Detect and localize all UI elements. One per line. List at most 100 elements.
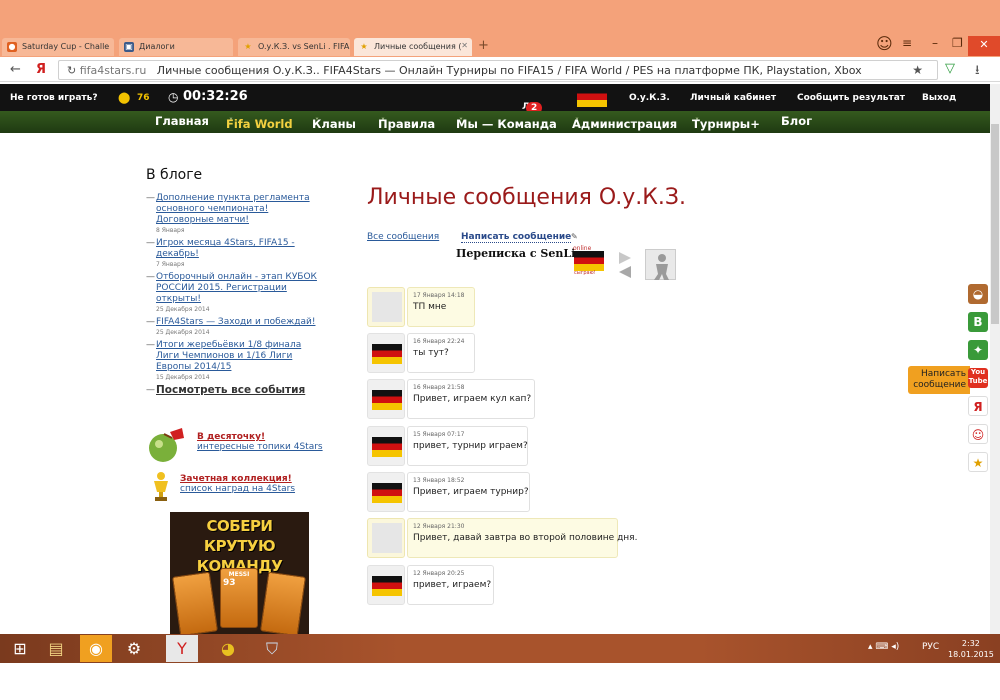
message-avatar[interactable] xyxy=(367,565,405,605)
message-avatar[interactable] xyxy=(367,426,405,466)
team-banner[interactable]: СОБЕРИ КРУТУЮ КОМАНДУ MESSI 93 xyxy=(170,512,309,634)
helmet-icon[interactable]: ◒ xyxy=(968,284,988,304)
blog-item-date: 7 Января xyxy=(156,261,185,268)
message-text: Привет, играем турнир? xyxy=(413,487,529,497)
message-avatar[interactable] xyxy=(367,518,405,558)
chrome-icon[interactable]: ◕ xyxy=(212,635,244,662)
all-events-link[interactable]: Посмотреть все события xyxy=(156,384,305,396)
message-bubble: 15 Января 07:17 привет, турнир играем? xyxy=(407,426,528,466)
window-icon: ▣ xyxy=(124,42,134,52)
tab-dialogs[interactable]: ▣ Диалоги xyxy=(119,38,233,56)
profile-avatar-icon[interactable]: ☺ xyxy=(876,34,893,53)
star-icon: ★ xyxy=(360,42,368,51)
close-window-icon[interactable]: ✕ xyxy=(968,36,1000,56)
tab-match[interactable]: ★ O.у.К.З. vs SenLi . FIFA xyxy=(238,38,350,56)
protect-shield-icon[interactable]: ▽ xyxy=(945,61,955,76)
flag-avatar xyxy=(372,483,402,503)
blog-item: Итоги жеребьёвки 1/8 финала Лиги Чемпион… xyxy=(146,340,326,382)
shield-app-icon[interactable]: ⛉ xyxy=(256,635,288,662)
windows-start-icon[interactable]: ⊞ xyxy=(4,635,36,662)
promo-sub-link[interactable]: список наград на 4Stars xyxy=(180,484,295,494)
close-tab-icon[interactable]: ✕ xyxy=(461,41,468,50)
back-arrow-icon[interactable]: ← xyxy=(10,62,21,77)
yandex-browser-icon[interactable]: Y xyxy=(166,635,198,662)
report-result-link[interactable]: Сообщить результат xyxy=(797,93,905,103)
write-message-float-button[interactable]: Написать сообщение xyxy=(908,366,970,394)
download-icon[interactable]: ⭳ xyxy=(975,61,980,83)
promo-title-link[interactable]: В десяточку! xyxy=(197,432,323,442)
blog-item-link[interactable]: Дополнение пункта регламента основного ч… xyxy=(156,193,310,225)
clock-icon: ◷ xyxy=(168,90,179,104)
apple-target-icon xyxy=(149,428,184,462)
message-text: Привет, играем кул кап? xyxy=(413,394,532,404)
pencil-icon: ✎ xyxy=(571,232,578,241)
chevron-down-icon: ˅ xyxy=(695,117,699,126)
banner-text: СОБЕРИ КРУТУЮ КОМАНДУ xyxy=(196,517,283,575)
tab-saturday-cup[interactable]: ● Saturday Cup - Challe xyxy=(2,38,114,56)
scrollbar-thumb[interactable] xyxy=(991,124,999,324)
message-avatar[interactable] xyxy=(367,287,405,327)
chevron-down-icon: ˅ xyxy=(315,117,319,126)
all-messages-link[interactable]: Все сообщения xyxy=(367,232,439,242)
minimize-icon[interactable]: – xyxy=(932,36,938,50)
message-date: 16 Января 22:24 xyxy=(413,338,465,345)
bookmark-star-icon[interactable]: ★ xyxy=(912,63,923,77)
message-avatar[interactable] xyxy=(367,379,405,419)
message-avatar[interactable] xyxy=(367,472,405,512)
yandex-icon[interactable]: Я xyxy=(36,62,46,77)
partner-flag-avatar[interactable] xyxy=(574,251,604,271)
reload-icon[interactable]: ↻ xyxy=(67,64,76,77)
chevron-down-icon: ˅ xyxy=(459,117,463,126)
file-explorer-icon[interactable]: ▤ xyxy=(40,635,72,662)
blog-item-link[interactable]: FIFA4Stars — Заходи и побеждай! xyxy=(156,317,315,327)
player-silhouette-icon xyxy=(372,523,402,553)
page-scrollbar[interactable] xyxy=(990,84,1000,634)
language-indicator[interactable]: РУС xyxy=(922,642,939,652)
player-silhouette-icon xyxy=(654,254,669,280)
promo-sub-link[interactable]: интересные топики 4Stars xyxy=(197,442,323,452)
flag-avatar xyxy=(372,576,402,596)
blog-item-link[interactable]: Итоги жеребьёвки 1/8 финала Лиги Чемпион… xyxy=(156,340,301,372)
steam-icon[interactable]: ⚙ xyxy=(118,635,150,662)
message-date: 13 Января 18:52 xyxy=(413,477,465,484)
nav-home[interactable]: Главная xyxy=(155,114,209,128)
twitter-icon[interactable]: ✦ xyxy=(968,340,988,360)
flag-avatar xyxy=(372,437,402,457)
vk-icon[interactable]: B xyxy=(968,312,988,332)
write-message-link[interactable]: Написать сообщение xyxy=(461,232,572,243)
url-field[interactable]: ↻ fifa4stars.ru Личные сообщения O.у.К.З… xyxy=(58,60,938,80)
blog-item-date: 8 Января xyxy=(156,227,185,234)
conversation-heading: Переписка с SenLi xyxy=(456,247,576,260)
tray-icons[interactable]: ▴ ⌨ ◂) xyxy=(868,642,899,652)
blog-item-link[interactable]: Отборочный онлайн - этап КУБОК РОССИИ 20… xyxy=(156,272,317,304)
message-bubble: 16 Января 21:58 Привет, играем кул кап? xyxy=(407,379,535,419)
blog-item-date: 25 Декабря 2014 xyxy=(156,329,210,336)
message-avatar[interactable] xyxy=(367,333,405,373)
user-avatar[interactable] xyxy=(645,249,676,280)
logout-link[interactable]: Выход xyxy=(922,93,956,103)
promo-title-link[interactable]: Зачетная коллекция! xyxy=(180,474,295,484)
nav-blog[interactable]: Блог xyxy=(781,114,812,128)
flag-avatar xyxy=(372,344,402,364)
taskbar-clock[interactable]: 2:32 18.01.2015 xyxy=(948,638,994,660)
new-tab-button[interactable]: + xyxy=(478,38,489,53)
not-ready-link[interactable]: Не готов играть? xyxy=(10,93,98,103)
star-share-icon[interactable]: ★ xyxy=(968,452,988,472)
site-top-bar: Не готов играть? ⬤ 76 ◷ 00:32:26 ЛС2 O.у… xyxy=(0,84,990,114)
message-text: привет, играем? xyxy=(413,580,492,590)
cabinet-link[interactable]: Личный кабинет xyxy=(690,93,776,103)
odnoklassniki-icon[interactable]: ☺ xyxy=(968,424,988,444)
tab-messages[interactable]: ★ Личные сообщения ( ✕ xyxy=(354,38,472,56)
youtube-icon[interactable]: You Tube xyxy=(968,368,988,388)
user-flag-avatar[interactable] xyxy=(577,87,607,107)
message-date: 15 Января 07:17 xyxy=(413,431,465,438)
yandex-share-icon[interactable]: Я xyxy=(968,396,988,416)
blog-item-link[interactable]: Игрок месяца 4Stars, FIFA15 - декабрь! xyxy=(156,238,295,259)
restore-icon[interactable]: ❐ xyxy=(952,36,963,50)
app-orange-icon[interactable]: ◉ xyxy=(80,635,112,662)
menu-icon[interactable]: ≡ xyxy=(902,36,912,50)
blog-list: Дополнение пункта регламента основного ч… xyxy=(146,193,326,399)
sidebar-heading: В блоге xyxy=(146,167,203,183)
username-link[interactable]: O.у.К.З. xyxy=(629,93,670,103)
player-card: MESSI 93 xyxy=(220,568,258,628)
